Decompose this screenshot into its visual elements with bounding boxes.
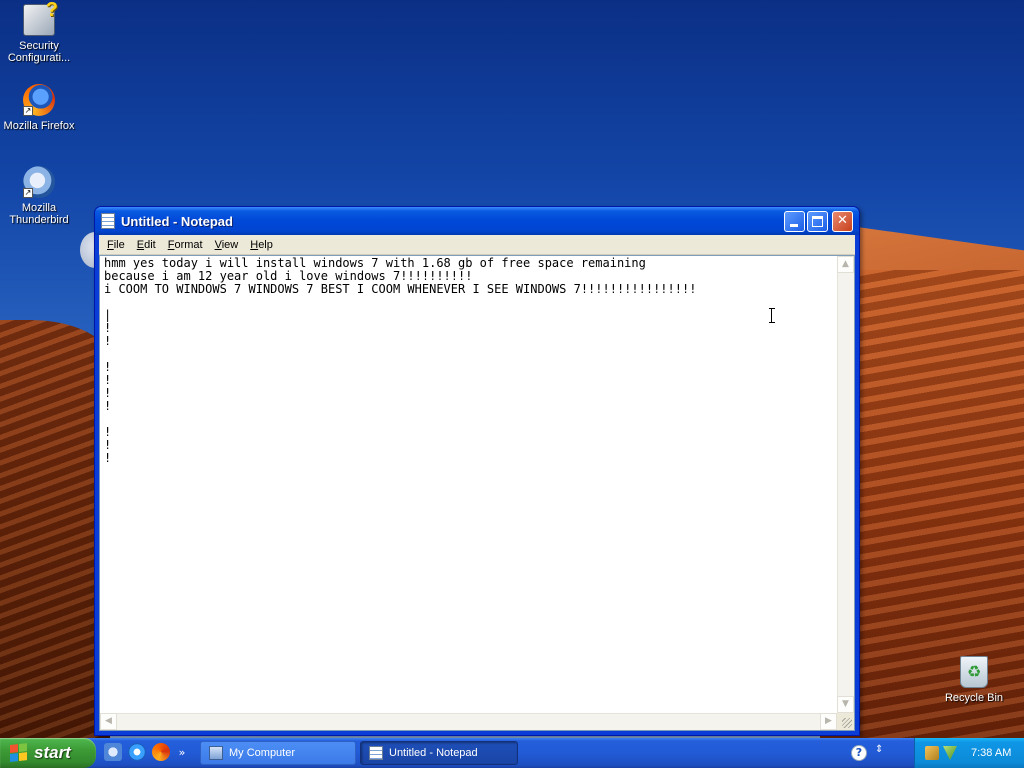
- text-line: i COOM TO WINDOWS 7 WINDOWS 7 BEST I COO…: [104, 282, 697, 296]
- start-label: start: [34, 743, 71, 762]
- language-bar-icon[interactable]: ⇕: [875, 744, 887, 762]
- menu-bar: File Edit Format View Help: [99, 235, 855, 255]
- ibeam-cursor-icon: [769, 308, 775, 323]
- maximize-icon: [812, 216, 823, 227]
- desktop-icon-label: Mozilla Firefox: [3, 120, 75, 132]
- scroll-left-icon[interactable]: ◀: [100, 713, 117, 730]
- firefox-icon[interactable]: [152, 743, 170, 761]
- menu-help[interactable]: Help: [244, 239, 279, 251]
- minimize-button[interactable]: [784, 211, 805, 232]
- taskbar: start » My Computer Untitled - Notepad ?…: [0, 738, 1024, 768]
- text-line: !: [104, 334, 112, 348]
- desktop-icon-firefox[interactable]: ↗ Mozilla Firefox: [0, 84, 78, 132]
- recycle-bin-icon: [960, 656, 988, 688]
- desktop-icon-label: Configurati...: [7, 52, 71, 64]
- system-tray: 7:38 AM: [914, 738, 1024, 768]
- text-line: [104, 348, 833, 361]
- desktop-icon-thunderbird[interactable]: ↗ Mozilla Thunderbird: [0, 166, 78, 226]
- maximize-button[interactable]: [807, 211, 828, 232]
- close-icon: ✕: [837, 213, 848, 228]
- scroll-up-icon[interactable]: ▲: [837, 256, 854, 273]
- menu-file[interactable]: File: [101, 239, 131, 251]
- clock[interactable]: 7:38 AM: [971, 747, 1011, 759]
- text-line: !: [104, 321, 112, 335]
- start-button[interactable]: start: [0, 738, 96, 768]
- desktop-icon-label: Thunderbird: [9, 214, 69, 226]
- text-line: [104, 296, 833, 309]
- vertical-scrollbar[interactable]: ▲ ▼: [837, 256, 854, 713]
- firefox-icon: ↗: [23, 84, 55, 116]
- notepad-window: Untitled - Notepad ✕ File Edit Format Vi…: [94, 206, 860, 736]
- horizontal-scrollbar[interactable]: ◀ ▶: [100, 713, 837, 730]
- help-icon[interactable]: ?: [851, 745, 867, 761]
- quick-launch-more-button[interactable]: »: [176, 746, 188, 759]
- internet-explorer-icon[interactable]: [128, 743, 146, 761]
- shortcut-arrow-icon: ↗: [23, 106, 33, 116]
- quick-launch: »: [104, 743, 188, 761]
- text-line: !: [104, 386, 112, 400]
- network-icon[interactable]: [925, 746, 939, 760]
- show-desktop-icon[interactable]: [104, 743, 122, 761]
- text-line: !: [104, 451, 112, 465]
- shortcut-arrow-icon: ↗: [23, 188, 33, 198]
- taskbar-button-label: Untitled - Notepad: [389, 747, 478, 759]
- desktop-icon-label: Recycle Bin: [944, 692, 1004, 704]
- text-line: !: [104, 425, 112, 439]
- desktop-icon-recycle-bin[interactable]: Recycle Bin: [935, 656, 1013, 704]
- my-computer-icon: [209, 746, 223, 760]
- window-title: Untitled - Notepad: [121, 213, 233, 229]
- minimize-icon: [790, 224, 798, 227]
- security-configuration-icon: [23, 0, 58, 36]
- taskbar-button-my-computer[interactable]: My Computer: [200, 741, 356, 765]
- title-bar[interactable]: Untitled - Notepad ✕: [95, 207, 859, 235]
- scroll-right-icon[interactable]: ▶: [820, 713, 837, 730]
- resize-grip[interactable]: [837, 713, 854, 730]
- taskbar-button-notepad[interactable]: Untitled - Notepad: [360, 741, 518, 765]
- menu-edit[interactable]: Edit: [131, 239, 162, 251]
- desktop-icon-security-configuration[interactable]: Security Configurati...: [0, 0, 78, 64]
- close-button[interactable]: ✕: [832, 211, 853, 232]
- safely-remove-hardware-icon[interactable]: [943, 746, 957, 760]
- text-line: |: [104, 308, 112, 322]
- text-line: !: [104, 399, 112, 413]
- text-line: !: [104, 373, 112, 387]
- menu-view[interactable]: View: [209, 239, 245, 251]
- windows-logo-icon: [10, 743, 28, 763]
- text-line: [104, 413, 833, 426]
- text-line: !: [104, 438, 112, 452]
- text-editor[interactable]: hmm yes today i will install windows 7 w…: [99, 255, 855, 731]
- text-line: !: [104, 360, 112, 374]
- desktop-icon-label: Mozilla: [21, 202, 57, 214]
- notepad-icon: [369, 746, 383, 760]
- notepad-icon: [101, 213, 115, 229]
- menu-format[interactable]: Format: [162, 239, 209, 251]
- desktop-icon-label: Security: [19, 40, 59, 52]
- thunderbird-icon: ↗: [23, 166, 55, 198]
- scroll-down-icon[interactable]: ▼: [837, 696, 854, 713]
- taskbar-button-label: My Computer: [229, 747, 296, 759]
- text-content[interactable]: hmm yes today i will install windows 7 w…: [100, 256, 837, 713]
